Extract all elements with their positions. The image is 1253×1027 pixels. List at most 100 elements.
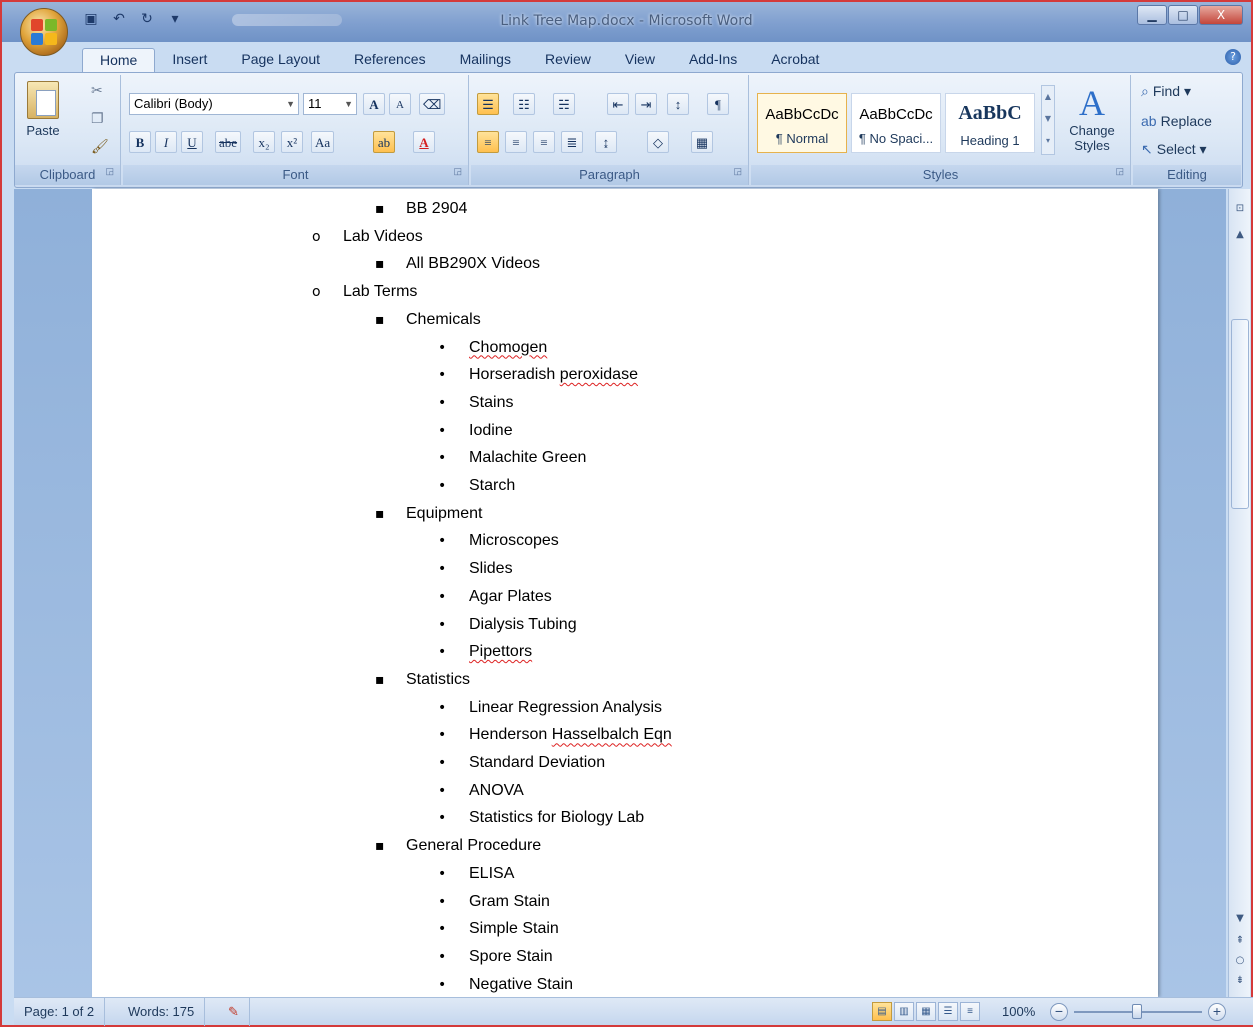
list-item[interactable]: Lab Terms [343,282,417,302]
list-item[interactable]: Spore Stain [469,947,553,967]
outline-icon[interactable]: ☰ [938,1002,958,1021]
ruler-toggle-icon[interactable]: ⊡ [1229,203,1251,214]
replace-button[interactable]: ab Replace [1141,113,1212,129]
tab-review[interactable]: Review [528,48,608,72]
tab-view[interactable]: View [608,48,672,72]
cut-icon[interactable]: ✂ [91,83,103,99]
borders-icon[interactable]: ▦ [691,131,713,153]
minimize-button[interactable]: ▁ [1137,5,1167,25]
increase-indent-icon[interactable]: ⇥ [635,93,657,115]
list-item[interactable]: Horseradish peroxidase [469,365,638,385]
subscript-button[interactable]: x₂ [253,131,275,153]
print-layout-icon[interactable]: ▤ [872,1002,892,1021]
tab-references[interactable]: References [337,48,443,72]
align-right-icon[interactable]: ≡ [533,131,555,153]
list-item[interactable]: All BB290X Videos [406,254,540,274]
scroll-down-icon[interactable]: ▼ [1229,913,1251,924]
line-spacing-icon[interactable]: ↨ [595,131,617,153]
copy-icon[interactable]: ❐ [91,111,104,127]
underline-button[interactable]: U [181,131,203,153]
list-item[interactable]: Standard Deviation [469,753,605,773]
web-layout-icon[interactable]: ▦ [916,1002,936,1021]
list-item[interactable]: Stains [469,393,513,413]
font-family-combo[interactable]: Calibri (Body) ▼ [129,93,299,115]
numbering-icon[interactable]: ☷ [513,93,535,115]
multilevel-list-icon[interactable]: ☵ [553,93,575,115]
office-button[interactable] [20,8,68,56]
style-heading-1[interactable]: AaBbC Heading 1 [945,93,1035,153]
select-button[interactable]: ↖ Select ▾ [1141,141,1207,158]
close-button[interactable]: X [1199,5,1243,25]
help-icon[interactable]: ? [1225,49,1241,65]
tab-add-ins[interactable]: Add-Ins [672,48,754,72]
list-item[interactable]: Chomogen [469,338,547,358]
list-item[interactable]: Iodine [469,421,513,441]
list-item[interactable]: Starch [469,476,515,496]
tab-insert[interactable]: Insert [155,48,224,72]
previous-page-icon[interactable]: ⇞ [1229,935,1251,946]
list-item[interactable]: Gram Stain [469,892,550,912]
font-color-button[interactable]: A [413,131,435,153]
tab-page-layout[interactable]: Page Layout [224,48,337,72]
dialog-launcher-icon[interactable]: ◲ [105,161,114,181]
grow-font-button[interactable]: A [363,93,385,115]
tab-home[interactable]: Home [82,48,156,72]
dialog-launcher-icon[interactable]: ◲ [453,161,462,181]
superscript-button[interactable]: x² [281,131,303,153]
zoom-out-icon[interactable]: − [1050,1003,1068,1021]
list-item[interactable]: Statistics for Biology Lab [469,808,644,828]
italic-button[interactable]: I [155,131,177,153]
tab-mailings[interactable]: Mailings [443,48,528,72]
draft-icon[interactable]: ≡ [960,1002,980,1021]
list-item[interactable]: ELISA [469,864,514,884]
dialog-launcher-icon[interactable]: ◲ [733,161,742,181]
format-painter-icon[interactable]: 🖌 [91,139,109,155]
document-page[interactable]: ▪ BB 2904 o Lab Videos ▪ All BB290X Videos o La… [92,189,1158,997]
align-center-icon[interactable]: ≡ [505,131,527,153]
scroll-up-icon[interactable]: ▲ [1229,229,1251,240]
sort-icon[interactable]: ↕ [667,93,689,115]
decrease-indent-icon[interactable]: ⇤ [607,93,629,115]
scroll-thumb[interactable] [1231,319,1249,509]
paste-button[interactable]: Paste [21,81,65,138]
bold-button[interactable]: B [129,131,151,153]
zoom-level[interactable]: 100% [1002,998,1035,1026]
list-item[interactable]: Linear Regression Analysis [469,698,662,718]
list-item[interactable]: Dialysis Tubing [469,615,577,635]
dialog-launcher-icon[interactable]: ◲ [1115,161,1124,181]
maximize-button[interactable]: □ [1168,5,1198,25]
list-item[interactable]: ANOVA [469,781,524,801]
page-count[interactable]: Page: 1 of 2 [14,998,106,1026]
list-item[interactable]: Malachite Green [469,448,586,468]
shrink-font-button[interactable]: A [389,93,411,115]
list-item[interactable]: Simple Stain [469,919,559,939]
shading-icon[interactable]: ◇ [647,131,669,153]
zoom-in-icon[interactable]: + [1208,1003,1226,1021]
list-item[interactable]: Pipettors [469,642,532,662]
list-item[interactable]: Microscopes [469,531,559,551]
word-count[interactable]: Words: 175 [118,998,206,1026]
full-screen-reading-icon[interactable]: ▥ [894,1002,914,1021]
tab-acrobat[interactable]: Acrobat [754,48,836,72]
vertical-scrollbar[interactable]: ⊡ ▲ ▼ ⇞ ○ ⇟ [1228,189,1250,997]
font-size-combo[interactable]: 11 ▼ [303,93,357,115]
strikethrough-button[interactable]: abe [215,131,242,153]
justify-icon[interactable]: ≣ [561,131,583,153]
bullets-icon[interactable]: ☰ [477,93,499,115]
list-item[interactable]: Lab Videos [343,227,423,247]
list-item[interactable]: General Procedure [406,836,541,856]
next-page-icon[interactable]: ⇟ [1229,975,1251,986]
list-item[interactable]: Slides [469,559,513,579]
clear-formatting-icon[interactable]: ⌫ [419,93,446,115]
list-item[interactable]: Negative Stain [469,975,573,995]
browse-object-icon[interactable]: ○ [1229,955,1251,966]
style-normal[interactable]: AaBbCcDc ¶ Normal [757,93,847,153]
change-styles-button[interactable]: A Change Styles [1057,83,1127,153]
find-button[interactable]: ⌕ Find ▾ [1141,83,1191,100]
change-case-button[interactable]: Aa [311,131,335,153]
proofing-icon[interactable]: ✎ [218,998,250,1026]
zoom-slider-thumb[interactable] [1132,1004,1142,1019]
list-item[interactable]: Agar Plates [469,587,552,607]
styles-scroll[interactable]: ▲ ▼ ▾ [1041,85,1055,155]
style-no-spacing[interactable]: AaBbCcDc ¶ No Spaci... [851,93,941,153]
